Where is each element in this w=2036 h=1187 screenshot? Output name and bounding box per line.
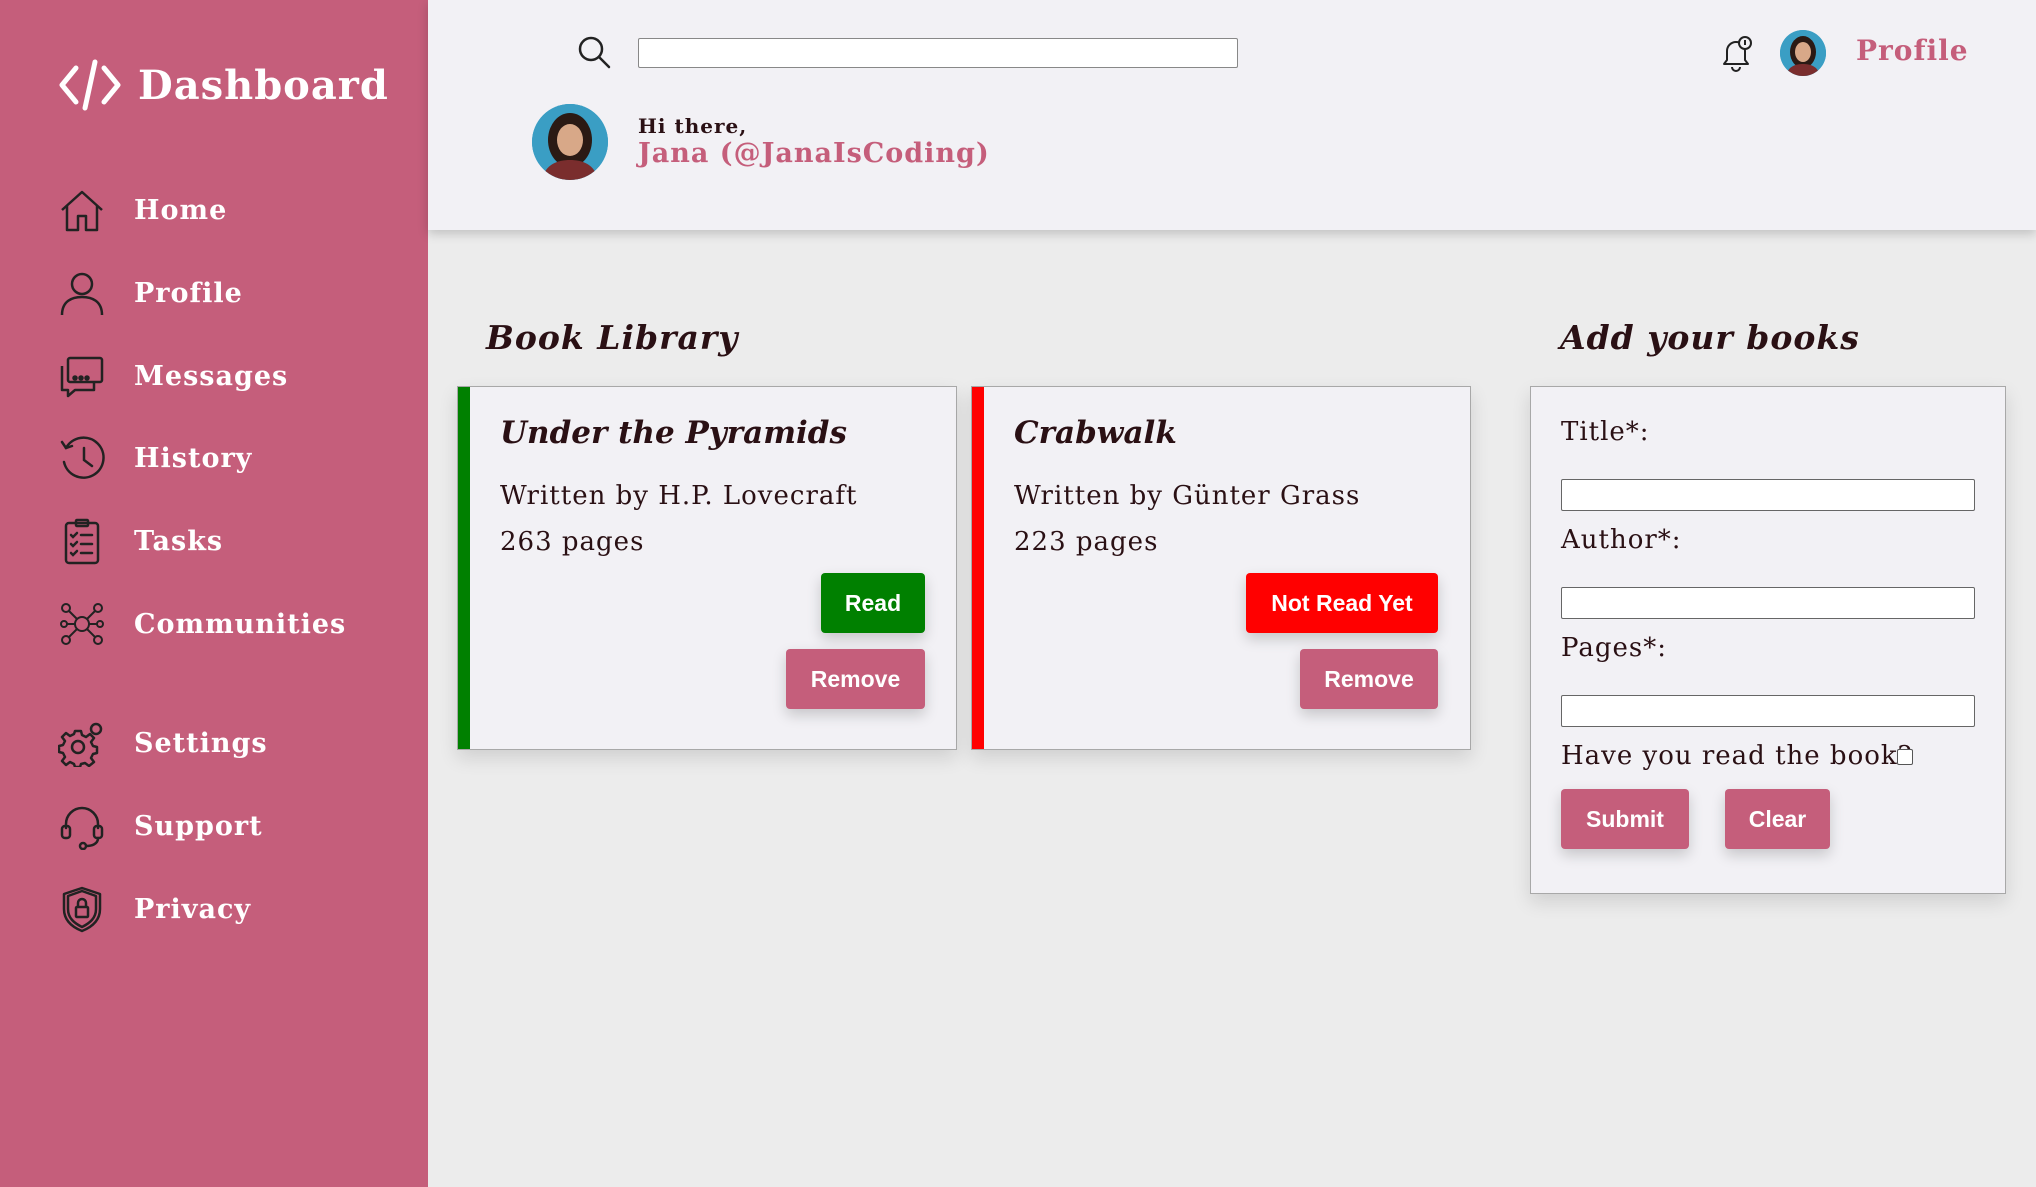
- sidebar-item-label: Messages: [134, 360, 289, 392]
- remove-button[interactable]: Remove: [786, 649, 925, 709]
- sidebar-item-label: History: [134, 442, 253, 474]
- clear-button[interactable]: Clear: [1725, 789, 1830, 849]
- username: Jana (@JanaIsCoding): [638, 138, 990, 169]
- avatar-portrait: [532, 104, 608, 180]
- sidebar-item-history[interactable]: History: [58, 430, 252, 486]
- tasks-icon: [64, 518, 100, 565]
- gear-icon: [58, 722, 103, 767]
- greeting: Hi there,: [638, 114, 748, 138]
- search-icon[interactable]: [576, 34, 612, 70]
- sidebar-item-settings[interactable]: Settings: [58, 715, 268, 771]
- pages-label: Pages*:: [1561, 633, 1667, 663]
- remove-button[interactable]: Remove: [1300, 649, 1438, 709]
- sidebar-item-label: Tasks: [134, 525, 224, 557]
- sidebar-item-label: Support: [134, 810, 263, 842]
- library-title: Book Library: [486, 318, 739, 357]
- history-icon: [60, 436, 105, 479]
- sidebar-item-label: Home: [134, 194, 228, 226]
- messages-icon: [60, 356, 104, 398]
- book-author: Written by H.P. Lovecraft: [500, 481, 858, 511]
- sidebar-item-label: Settings: [134, 727, 268, 759]
- sidebar: Dashboard Home Profile Messages History …: [0, 0, 428, 1187]
- brand-title: Dashboard: [138, 61, 389, 109]
- submit-button[interactable]: Submit: [1561, 789, 1689, 849]
- read-status-button[interactable]: Not Read Yet: [1246, 573, 1438, 633]
- sidebar-item-privacy[interactable]: Privacy: [58, 881, 251, 937]
- sidebar-item-label: Communities: [134, 608, 347, 640]
- sidebar-item-profile[interactable]: Profile: [58, 265, 243, 321]
- sidebar-item-label: Privacy: [134, 893, 252, 925]
- book-card: Crabwalk Written by Günter Grass 223 pag…: [971, 386, 1471, 750]
- book-card: Under the Pyramids Written by H.P. Lovec…: [457, 386, 957, 750]
- book-pages: 223 pages: [1014, 527, 1159, 557]
- user-icon: [60, 272, 104, 316]
- read-status-stripe: [458, 387, 470, 749]
- pages-field[interactable]: [1561, 695, 1975, 727]
- book-author: Written by Günter Grass: [1014, 481, 1361, 511]
- read-status-button[interactable]: Read: [821, 573, 925, 633]
- header: Profile Hi there, Jana (@JanaIsCoding): [428, 0, 2036, 230]
- add-book-form: Title*: Author*: Pages*: Have you read t…: [1530, 386, 2006, 894]
- book-title: Crabwalk: [1014, 415, 1177, 451]
- avatar[interactable]: [1780, 30, 1826, 76]
- read-status-stripe: [972, 387, 984, 749]
- sidebar-item-label: Profile: [134, 277, 243, 309]
- sidebar-item-communities[interactable]: Communities: [58, 596, 346, 652]
- title-label: Title*:: [1561, 417, 1650, 447]
- header-profile-link[interactable]: Profile: [1856, 34, 1969, 67]
- avatar-portrait: [1780, 30, 1826, 76]
- read-checkbox[interactable]: [1897, 749, 1913, 765]
- headset-icon: [60, 806, 104, 850]
- shield-icon: [62, 886, 102, 933]
- sidebar-item-messages[interactable]: Messages: [58, 348, 288, 404]
- title-field[interactable]: [1561, 479, 1975, 511]
- search-input[interactable]: [638, 38, 1238, 68]
- book-title: Under the Pyramids: [500, 415, 847, 451]
- avatar-large: [532, 104, 608, 180]
- author-label: Author*:: [1561, 525, 1682, 555]
- form-title: Add your books: [1560, 318, 1860, 357]
- author-field[interactable]: [1561, 587, 1975, 619]
- code-icon: [59, 59, 121, 111]
- sidebar-item-home[interactable]: Home: [58, 182, 227, 238]
- read-label: Have you read the book?: [1561, 741, 1913, 771]
- bell-icon[interactable]: [1718, 34, 1754, 72]
- book-pages: 263 pages: [500, 527, 645, 557]
- communities-icon: [60, 603, 104, 645]
- sidebar-item-support[interactable]: Support: [58, 798, 263, 854]
- home-icon: [61, 190, 103, 232]
- brand[interactable]: Dashboard: [58, 58, 389, 112]
- sidebar-item-tasks[interactable]: Tasks: [58, 513, 223, 569]
